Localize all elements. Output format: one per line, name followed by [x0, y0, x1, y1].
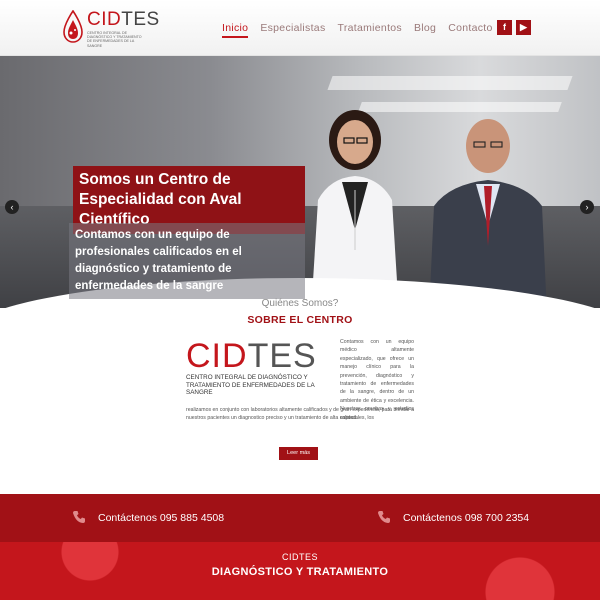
site-logo[interactable]: CIDTES Centro Integral de Diagnóstico y …	[62, 10, 160, 48]
hero-text: Contamos con un equipo de profesionales …	[69, 223, 305, 299]
about-logo: CIDTES Centro Integral de Diagnóstico y …	[186, 337, 336, 397]
nav-item-especialistas[interactable]: Especialistas	[260, 22, 325, 38]
about-logo-name: CIDTES	[186, 337, 317, 375]
about-logo-subtitle: Centro Integral de Diagnóstico y Tratami…	[186, 374, 315, 396]
about-text-full: realizamos en conjunto con laboratorios …	[186, 407, 414, 422]
blood-drop-icon	[63, 10, 83, 43]
logo-subtitle: Centro Integral de Diagnóstico y Tratami…	[87, 31, 142, 48]
doctor-woman-image	[311, 110, 399, 308]
slider-next-arrow-icon[interactable]: ›	[580, 200, 594, 214]
logo-name: CIDTES	[87, 9, 160, 30]
nav-item-blog[interactable]: Blog	[414, 22, 436, 38]
doctor-man-image	[429, 119, 547, 308]
ceiling-light	[327, 76, 573, 90]
facebook-icon[interactable]: f	[497, 20, 512, 35]
main-nav: Inicio Especialistas Tratamientos Blog C…	[222, 22, 505, 38]
nav-item-contacto[interactable]: Contacto	[448, 22, 492, 38]
contact-phone-2[interactable]: Contáctenos 098 700 2354	[403, 512, 529, 524]
phone-icon	[73, 511, 85, 523]
site-header: CIDTES Centro Integral de Diagnóstico y …	[0, 0, 600, 56]
contact-bar: Contáctenos 095 885 4508 Contáctenos 098…	[0, 494, 600, 542]
read-more-button[interactable]: Leer más	[279, 447, 318, 460]
hero-slider: Somos un Centro de Especialidad con Aval…	[0, 56, 600, 308]
about-title: SOBRE EL CENTRO	[247, 314, 353, 326]
phone-icon	[378, 511, 390, 523]
contact-phone-1[interactable]: Contáctenos 095 885 4508	[98, 512, 224, 524]
banner-title: DIAGNÓSTICO Y TRATAMIENTO	[211, 566, 389, 578]
slider-prev-arrow-icon[interactable]: ‹	[5, 200, 19, 214]
about-kicker: Quiénes Somos?	[261, 298, 339, 309]
banner-kicker: CIDTES	[281, 552, 318, 562]
youtube-icon[interactable]: ▶	[516, 20, 531, 35]
nav-item-inicio[interactable]: Inicio	[222, 22, 249, 38]
nav-item-tratamientos[interactable]: Tratamientos	[338, 22, 402, 38]
